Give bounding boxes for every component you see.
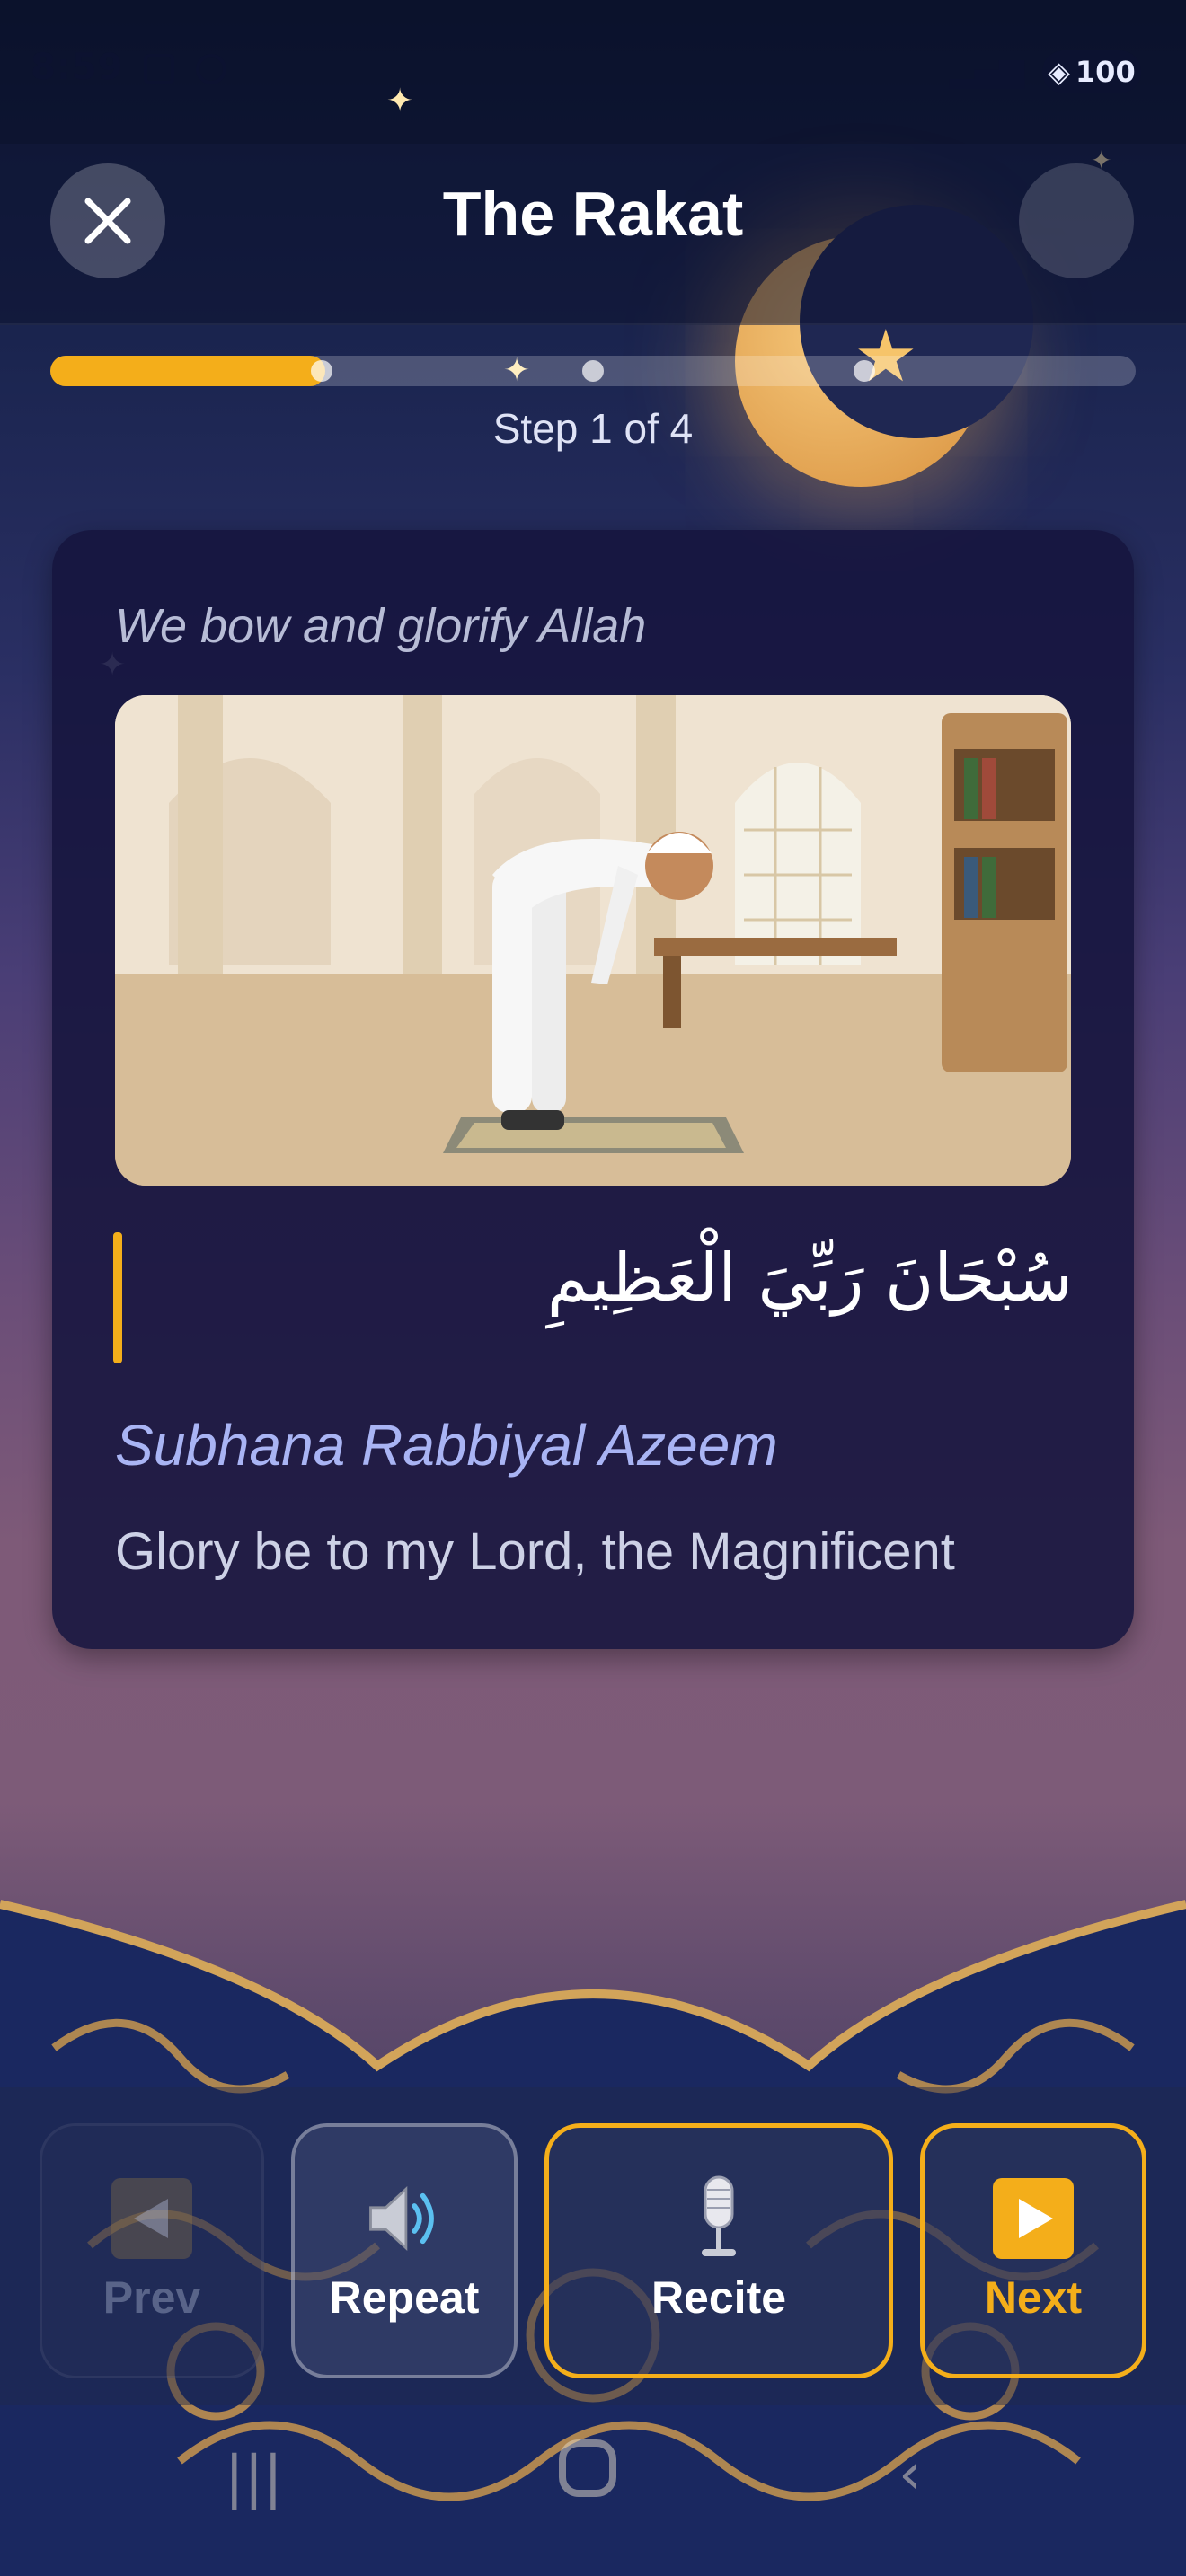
prev-button[interactable]: Prev: [40, 2123, 264, 2378]
back-icon[interactable]: ‹: [898, 2441, 922, 2508]
progress-step-marker: [311, 360, 332, 382]
step-subtitle: We bow and glorify Allah: [115, 599, 647, 653]
repeat-label: Repeat: [329, 2272, 480, 2323]
next-label: Next: [984, 2272, 1083, 2323]
translation-text: Glory be to my Lord, the Magnificent: [115, 1522, 955, 1581]
recent-apps-icon[interactable]: |||: [225, 2445, 283, 2511]
prev-label: Prev: [102, 2272, 201, 2323]
progress-fill: [50, 356, 325, 386]
header-placeholder-button: [1019, 163, 1134, 278]
status-time: 8:59: [31, 47, 124, 88]
ruku-illustration: [115, 695, 1071, 1186]
recite-label: Recite: [651, 2272, 787, 2323]
progress-step-marker: [854, 360, 875, 382]
recite-button[interactable]: Recite: [544, 2123, 893, 2378]
battery-indicator: ◈ 100: [1042, 50, 1141, 93]
next-button[interactable]: Next: [920, 2123, 1146, 2378]
prev-icon: [111, 2178, 192, 2259]
star-icon: ✦: [386, 83, 414, 119]
step-label: Step 1 of 4: [492, 405, 694, 452]
home-icon[interactable]: [559, 2439, 616, 2497]
shield-icon: ◈: [1048, 55, 1070, 89]
sync-icon: [196, 54, 226, 84]
repeat-button[interactable]: Repeat: [291, 2123, 518, 2378]
play-icon: [993, 2178, 1074, 2259]
arabic-accent-bar: [113, 1232, 122, 1363]
signal-icon: ▂▄▆: [949, 52, 1024, 89]
page-title: The Rakat: [442, 179, 744, 249]
microphone-icon: [678, 2175, 759, 2259]
speaker-icon: [364, 2178, 445, 2259]
arabic-text: سُبْحَانَ رَبِّيَ الْعَظِيمِ: [546, 1239, 1073, 1317]
transliteration-text: Subhana Rabbiyal Azeem: [115, 1413, 778, 1478]
battery-level: 100: [1075, 55, 1136, 89]
screenshot-icon: [144, 54, 174, 84]
progress-step-marker: [582, 360, 604, 382]
